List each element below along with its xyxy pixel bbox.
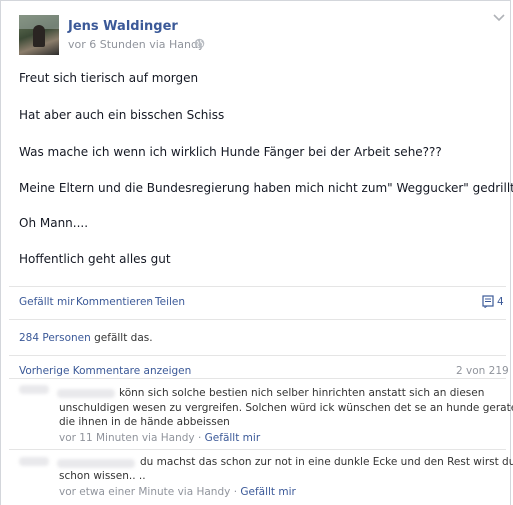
comment-meta: vor 11 Minuten via Handy · Gefällt mir xyxy=(59,432,260,444)
redacted-commenter-name xyxy=(57,389,115,398)
comment-text-line: könn sich solche bestien nich selber hin… xyxy=(119,387,485,399)
separator-dot: · xyxy=(148,296,152,308)
author-name[interactable]: Jens Waldinger xyxy=(68,19,178,34)
divider xyxy=(9,449,506,450)
comment-text-line: die ihnen in de hände abbeissen xyxy=(59,416,230,428)
comment-time[interactable]: vor 11 Minuten via Handy xyxy=(59,432,195,444)
share-link[interactable]: Teilen xyxy=(155,296,185,308)
separator-dot: · xyxy=(70,296,74,308)
comment-count[interactable]: 4 xyxy=(497,296,504,308)
likes-summary: 284 Personen gefällt das. xyxy=(19,332,153,344)
divider xyxy=(9,286,506,287)
comment-text-line: du machst das schon zur not in eine dunk… xyxy=(140,456,513,468)
post-text-line-2: Hat aber auch ein bisschen Schiss xyxy=(19,108,225,122)
comment-text-line: unschuldigen wesen zu vergreifen. Solche… xyxy=(59,402,513,414)
post-text-line-6: Hoffentlich geht alles gut xyxy=(19,252,171,266)
news-feed-story: Jens Waldinger vor 6 Stunden via Handy F… xyxy=(0,0,513,505)
likes-count-link[interactable]: 284 Personen xyxy=(19,332,91,344)
redacted-area xyxy=(19,457,49,466)
comment-icon[interactable] xyxy=(482,295,494,308)
divider xyxy=(9,355,506,356)
post-text-line-3: Was mache ich wenn ich wirklich Hunde Fä… xyxy=(19,145,442,159)
post-meta[interactable]: vor 6 Stunden via Handy xyxy=(68,38,205,51)
divider xyxy=(9,319,506,320)
globe-icon xyxy=(194,38,205,49)
comment-meta: vor etwa einer Minute via Handy · Gefäll… xyxy=(59,486,296,498)
post-text-line-4: Meine Eltern und die Bundesregierung hab… xyxy=(19,181,513,195)
comment-like-link[interactable]: Gefällt mir xyxy=(240,486,295,498)
comment-page-count: 2 von 219 xyxy=(456,365,509,377)
comment-like-link[interactable]: Gefällt mir xyxy=(205,432,260,444)
avatar[interactable] xyxy=(19,15,59,55)
redacted-area xyxy=(19,385,49,394)
like-link[interactable]: Gefällt mir xyxy=(19,296,74,308)
comment-time[interactable]: vor etwa einer Minute via Handy xyxy=(59,486,230,498)
likes-suffix: gefällt das. xyxy=(90,332,153,344)
previous-comments-link[interactable]: Vorherige Kommentare anzeigen xyxy=(19,365,191,377)
post-text-line-5: Oh Mann.... xyxy=(19,216,89,230)
post-text-line-1: Freut sich tierisch auf morgen xyxy=(19,71,199,85)
avatar-figure xyxy=(33,25,45,47)
comment-text-line: schon wissen.. .. xyxy=(59,470,146,482)
chevron-down-icon[interactable] xyxy=(492,13,506,23)
separator-dot: · xyxy=(233,486,238,498)
comment-link[interactable]: Kommentieren xyxy=(76,296,153,308)
divider xyxy=(9,378,506,379)
redacted-commenter-name xyxy=(57,459,135,468)
separator-dot: · xyxy=(197,432,202,444)
